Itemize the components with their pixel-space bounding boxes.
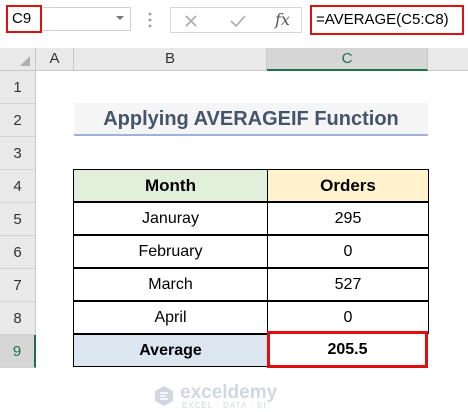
column-header-c[interactable]: C [267,48,428,71]
month-cell[interactable]: February [73,235,268,268]
formula-controls: fx [170,7,302,33]
month-cell[interactable]: April [73,301,268,334]
selected-cell-c9[interactable]: 205.5 [267,331,428,368]
orders-cell[interactable]: 527 [267,268,429,301]
row-header-3[interactable]: 3 [0,137,36,170]
row-header-4[interactable]: 4 [0,170,36,203]
row-header-9[interactable]: 9 [0,335,36,368]
orders-cell[interactable]: 295 [267,202,429,235]
row-header-6[interactable]: 6 [0,236,36,269]
column-header-b[interactable]: B [74,48,267,71]
chevron-down-icon[interactable] [114,12,126,24]
select-all-triangle-icon [20,56,30,66]
name-box[interactable]: C9 [6,5,42,33]
insert-function-icon[interactable]: fx [275,10,290,29]
orders-header-cell[interactable]: Orders [267,169,429,202]
month-header-cell[interactable]: Month [73,169,268,202]
average-label-cell[interactable]: Average [73,334,268,367]
vertical-dots-icon [148,12,152,28]
orders-cell[interactable]: 0 [267,235,429,268]
month-cell[interactable]: March [73,268,268,301]
enter-check-icon[interactable] [229,13,247,29]
formula-input[interactable]: =AVERAGE(C5:C8) [310,5,464,35]
formula-bar: C9 fx =AVERAGE(C5:C8) [0,0,468,40]
watermark-name: exceldemy [180,382,278,403]
watermark-tagline: EXCEL · DATA · BI [182,401,267,410]
month-cell[interactable]: Januray [73,202,268,235]
row-header-1[interactable]: 1 [0,71,36,104]
row-header-5[interactable]: 5 [0,203,36,236]
column-header-a[interactable]: A [36,48,74,71]
select-all-corner[interactable] [0,48,36,71]
exceldemy-watermark: exceldemy EXCEL · DATA · BI [150,382,340,412]
row-header-7[interactable]: 7 [0,269,36,302]
sheet-title[interactable]: Applying AVERAGEIF Function [74,103,428,136]
row-header-8[interactable]: 8 [0,302,36,335]
cancel-icon[interactable] [183,13,199,29]
column-header-d-partial[interactable] [428,48,468,71]
exceldemy-logo-icon [155,386,173,406]
orders-cell[interactable]: 0 [267,301,429,334]
row-header-2[interactable]: 2 [0,104,36,137]
